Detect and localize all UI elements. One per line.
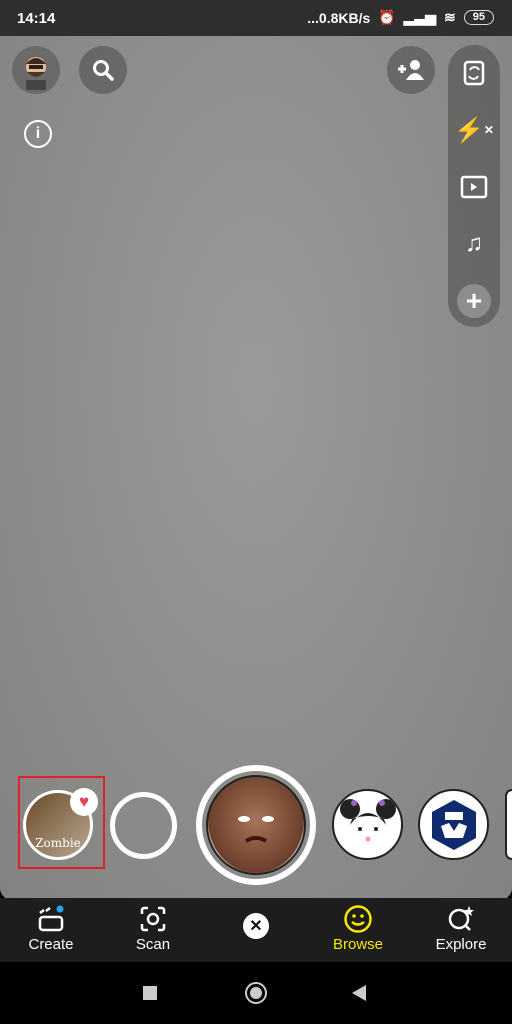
- nav-create[interactable]: Create: [6, 902, 96, 953]
- alarm-icon: ⏰: [378, 9, 396, 25]
- capture-button[interactable]: [196, 765, 316, 885]
- wifi-icon: ≋: [444, 9, 456, 25]
- close-icon: ✕: [249, 918, 263, 935]
- close-lens-button[interactable]: ✕: [243, 913, 269, 939]
- info-icon: i: [35, 125, 41, 142]
- lens-old-face: [206, 775, 306, 875]
- network-speed: ...0.8KB/s: [307, 9, 371, 26]
- recents-button[interactable]: [143, 986, 157, 1000]
- home-button[interactable]: [245, 982, 267, 1004]
- avatar[interactable]: [12, 46, 60, 94]
- music-icon[interactable]: ♫: [448, 224, 500, 264]
- nav-explore[interactable]: Explore: [416, 902, 506, 953]
- status-bar: 14:14 ...0.8KB/s ⏰ ▂▃▅ ≋ 95: [0, 0, 512, 40]
- plus-icon[interactable]: +: [448, 281, 500, 321]
- battery-icon: 95: [463, 10, 494, 25]
- browse-smiley-icon: [344, 905, 372, 933]
- back-button[interactable]: [352, 985, 366, 1001]
- nav-scan[interactable]: Scan: [108, 902, 198, 953]
- explore-icon: [448, 906, 474, 931]
- lens-partial[interactable]: [505, 789, 512, 860]
- lens-crypto[interactable]: [418, 789, 489, 860]
- create-icon: [38, 905, 64, 932]
- lens-label: Zombie: [35, 836, 81, 850]
- add-friend-icon: [398, 60, 424, 80]
- flash-off-icon[interactable]: ⚡ ✕: [448, 110, 500, 150]
- info-button[interactable]: i: [24, 120, 52, 148]
- heart-icon: ♥: [70, 788, 98, 816]
- system-nav-bar: [0, 962, 512, 1024]
- nav-browse[interactable]: Browse: [313, 902, 403, 953]
- lens-girl-buns[interactable]: [332, 789, 403, 860]
- video-icon[interactable]: [448, 167, 500, 207]
- status-time: 14:14: [17, 10, 56, 27]
- bottom-nav: Create Scan ✕ Browse Explore: [0, 898, 512, 962]
- add-friend-button[interactable]: [387, 46, 435, 94]
- flip-camera-icon[interactable]: [448, 53, 500, 93]
- search-button[interactable]: [79, 46, 127, 94]
- signal-icon: ▂▃▅: [403, 9, 437, 25]
- lens-empty[interactable]: [110, 792, 177, 859]
- camera-toolbar: ⚡ ✕ ♫ +: [448, 45, 500, 327]
- search-icon: [93, 60, 114, 81]
- scan-icon: [140, 906, 166, 932]
